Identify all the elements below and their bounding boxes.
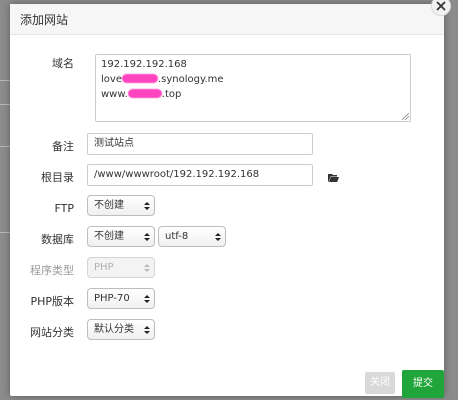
root-dir-input[interactable]: /www/wwwroot/192.192.192.168 xyxy=(87,164,313,186)
add-site-dialog: 添加网站 域名 192.192.192.168 love .synology.me… xyxy=(10,4,444,398)
php-version-select-value: PHP-70 xyxy=(94,293,130,304)
program-type-label: 程序类型 xyxy=(30,264,74,277)
domain-line: 192.192.192.168 xyxy=(101,59,187,70)
program-type-select: PHP xyxy=(87,257,155,278)
php-version-select[interactable]: PHP-70 xyxy=(87,288,155,309)
domain-textarea[interactable]: 192.192.192.168 love .synology.me www. .to… xyxy=(95,54,411,122)
select-caret-icon xyxy=(144,202,150,210)
domain-label: 域名 xyxy=(52,57,74,70)
ftp-select-value: 不创建 xyxy=(94,200,124,211)
ftp-label: FTP xyxy=(54,202,75,215)
domain-line: love .synology.me xyxy=(101,74,224,85)
site-category-select-value: 默认分类 xyxy=(94,324,134,335)
select-caret-icon xyxy=(144,295,150,303)
database-select[interactable]: 不创建 xyxy=(87,226,155,247)
redaction-mark xyxy=(121,74,158,83)
site-category-label: 网站分类 xyxy=(30,326,74,339)
folder-open-icon[interactable] xyxy=(328,173,339,182)
select-caret-icon xyxy=(144,233,150,241)
database-label: 数据库 xyxy=(41,233,74,246)
close-icon xyxy=(436,1,446,11)
resize-handle-icon[interactable] xyxy=(402,113,409,120)
root-dir-label: 根目录 xyxy=(41,171,74,184)
close-button[interactable]: 关闭 xyxy=(365,372,395,394)
php-version-label: PHP版本 xyxy=(30,295,74,308)
charset-select[interactable]: utf-8 xyxy=(158,226,226,247)
select-caret-icon xyxy=(215,233,221,241)
domain-line: www. .top xyxy=(101,89,182,100)
dialog-title: 添加网站 xyxy=(20,13,69,27)
submit-button[interactable]: 提交 xyxy=(402,370,444,398)
note-label: 备注 xyxy=(52,140,74,153)
note-input[interactable]: 测试站点 xyxy=(87,133,313,155)
ftp-select[interactable]: 不创建 xyxy=(87,195,155,216)
select-caret-icon xyxy=(144,326,150,334)
redaction-mark xyxy=(127,89,162,98)
site-category-select[interactable]: 默认分类 xyxy=(87,319,155,340)
select-caret-icon xyxy=(144,264,150,272)
dialog-header: 添加网站 xyxy=(10,4,444,35)
database-select-value: 不创建 xyxy=(94,231,124,242)
charset-select-value: utf-8 xyxy=(165,231,189,242)
program-type-select-value: PHP xyxy=(94,262,114,273)
